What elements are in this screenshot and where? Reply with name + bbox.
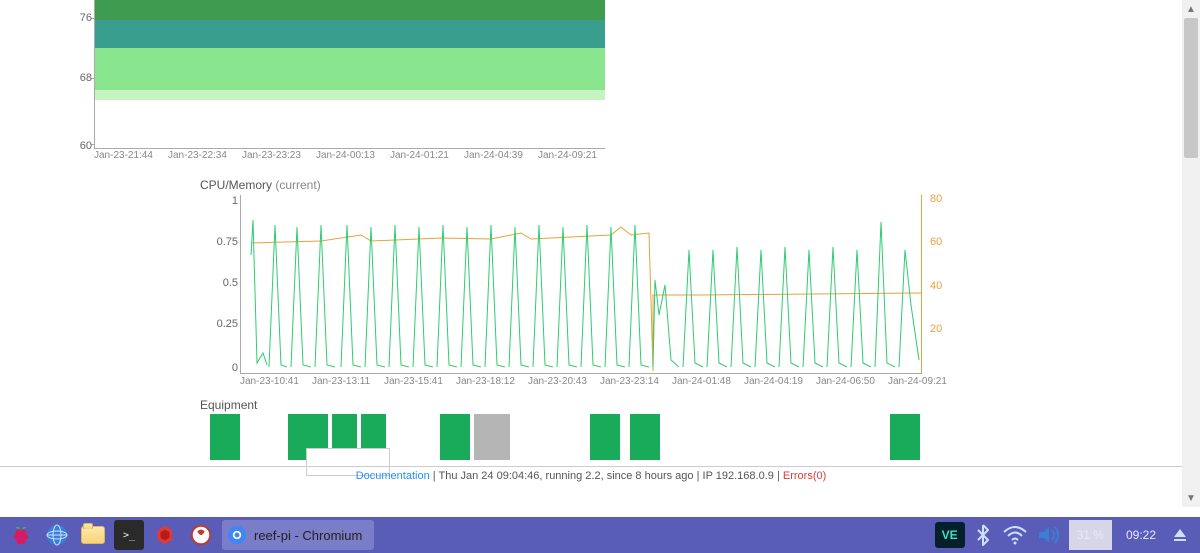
- chart2-ytick-left: 0.25: [214, 318, 238, 330]
- chart2-xtick: Jan-24-01:48: [672, 376, 731, 387]
- page-content: 76 68 60 Jan-23-21:44 Jan-23-22:34 Jan-2…: [0, 0, 1182, 470]
- chart1-xtick: Jan-24-00:13: [316, 150, 375, 161]
- chart2-ytick-left: 0.75: [214, 236, 238, 248]
- documentation-link[interactable]: Documentation: [356, 470, 430, 482]
- footer-uptime: since 8 hours ago: [607, 470, 694, 482]
- chart2-xtick: Jan-24-06:50: [816, 376, 875, 387]
- footer-separator: [0, 466, 1182, 467]
- taskbar-clock[interactable]: 09:22: [1118, 520, 1164, 550]
- scroll-down-arrow-icon[interactable]: ▼: [1182, 489, 1200, 507]
- chart2-ytick-right: 40: [930, 280, 954, 292]
- web-browser-icon[interactable]: [42, 520, 72, 550]
- errors-link[interactable]: Errors(0): [783, 470, 826, 482]
- taskbar-app-chromium[interactable]: reef-pi - Chromium: [222, 520, 374, 550]
- chart1-xtick: Jan-24-01:21: [390, 150, 449, 161]
- chart1-ytick: 68: [78, 72, 92, 84]
- footer-status: Documentation | Thu Jan 24 09:04:46, run…: [0, 470, 1182, 490]
- eject-icon[interactable]: [1170, 520, 1190, 550]
- chart2-xtick: Jan-24-04:19: [744, 376, 803, 387]
- chart2-ytick-left: 0.5: [214, 277, 238, 289]
- footer-datetime: Thu Jan 24 09:04:46,: [439, 470, 546, 482]
- mathematica-icon[interactable]: [150, 520, 180, 550]
- chart2-xtick: Jan-23-23:14: [600, 376, 659, 387]
- chart2-ytick-left: 0: [214, 362, 238, 374]
- volume-icon[interactable]: [1035, 520, 1063, 550]
- taskbar: >_ reef-pi - Chromium VE 31 %: [0, 517, 1200, 553]
- file-manager-icon[interactable]: [78, 520, 108, 550]
- equipment-block: [474, 414, 510, 460]
- chart2-xtick: Jan-23-18:12: [456, 376, 515, 387]
- chart2-xtick: Jan-23-13:11: [312, 376, 370, 387]
- chart1-xtick: Jan-23-21:44: [94, 150, 153, 161]
- chart2-ytick-right: 20: [930, 323, 954, 335]
- chart1-xtick: Jan-23-23:23: [242, 150, 301, 161]
- footer-ip: IP 192.168.0.9: [703, 470, 774, 482]
- chart2-xtick: Jan-24-09:21: [888, 376, 947, 387]
- vertical-scrollbar[interactable]: ▲ ▼: [1182, 0, 1200, 507]
- scroll-up-arrow-icon[interactable]: ▲: [1182, 0, 1200, 18]
- bluetooth-icon[interactable]: [971, 520, 995, 550]
- chart2-xtick: Jan-23-15:41: [384, 376, 443, 387]
- chart2-ytick-left: 1: [214, 195, 238, 207]
- chart1-xtick: Jan-24-09:21: [538, 150, 597, 161]
- taskbar-app-label: reef-pi - Chromium: [254, 528, 362, 543]
- equipment-title: Equipment: [200, 398, 257, 412]
- chart1-ytick: 76: [78, 12, 92, 24]
- battery-indicator[interactable]: 31 %: [1069, 520, 1112, 550]
- temperature-chart: 76 68 60 Jan-23-21:44 Jan-23-22:34 Jan-2…: [46, 0, 566, 170]
- chromium-icon: [226, 524, 248, 546]
- terminal-icon[interactable]: >_: [114, 520, 144, 550]
- wifi-icon[interactable]: [1001, 520, 1029, 550]
- equipment-block: [590, 414, 620, 460]
- equipment-block: [890, 414, 920, 460]
- footer-version: running 2.2,: [546, 470, 607, 482]
- chart2-xtick: Jan-23-10:41: [240, 376, 299, 387]
- cpu-memory-chart-title: CPU/Memory (current): [200, 178, 321, 192]
- cpu-memory-chart: [240, 195, 922, 374]
- scroll-thumb[interactable]: [1184, 18, 1198, 158]
- chart1-xtick: Jan-23-22:34: [168, 150, 227, 161]
- raspberry-menu-icon[interactable]: [6, 520, 36, 550]
- chart1-ytick: 60: [78, 140, 92, 152]
- equipment-block: [630, 414, 660, 460]
- equipment-block: [440, 414, 470, 460]
- chart1-xtick: Jan-24-04:39: [464, 150, 523, 161]
- svg-text:>_: >_: [123, 530, 136, 541]
- chart2-ytick-right: 60: [930, 236, 954, 248]
- vnc-icon[interactable]: VE: [935, 522, 965, 548]
- equipment-block: [210, 414, 240, 460]
- chart2-xtick: Jan-23-20:43: [528, 376, 587, 387]
- chart2-ytick-right: 80: [930, 193, 954, 205]
- app-icon[interactable]: [186, 520, 216, 550]
